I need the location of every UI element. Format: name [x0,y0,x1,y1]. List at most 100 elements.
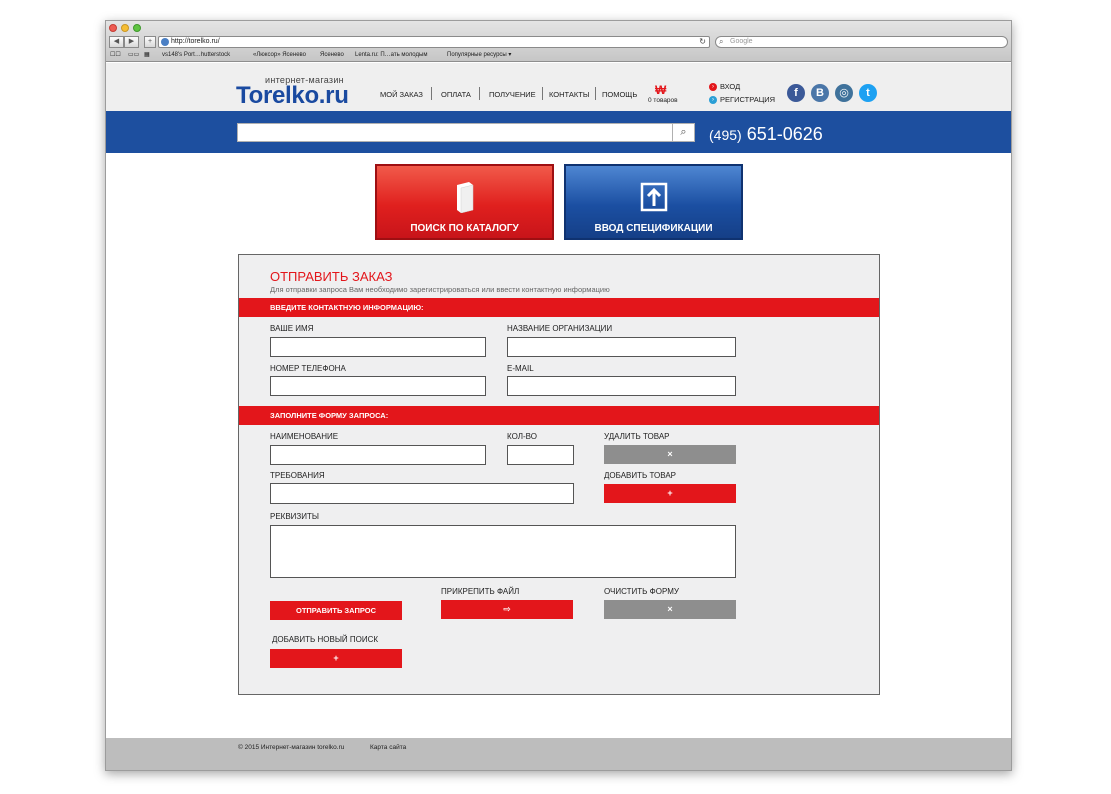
order-form: ОТПРАВИТЬ ЗАКАЗ Для отправки запроса Вам… [238,254,880,695]
menu-divider [542,87,543,100]
plus-icon: + [667,488,673,498]
globe-icon [161,38,169,46]
name-label: ВАШЕ ИМЯ [270,324,314,333]
top-sites-icon[interactable]: ▦ [144,50,150,61]
email-label: E-MAIL [507,364,534,373]
menu-divider [431,87,432,100]
upload-icon [640,182,668,212]
login-label: ВХОД [720,82,741,91]
register-link[interactable]: › РЕГИСТРАЦИЯ [709,95,776,105]
minimize-window-icon[interactable] [121,24,129,32]
cart-icon[interactable]: ₩ [655,83,666,97]
form-subtitle: Для отправки запроса Вам необходимо заре… [270,285,610,294]
clear-form-button[interactable]: × [604,600,736,619]
login-arrow-icon: › [709,83,717,92]
quantity-label: КОЛ-ВО [507,432,537,441]
form-title: ОТПРАВИТЬ ЗАКАЗ [270,269,393,284]
catalog-search-label: ПОИСК ПО КАТАЛОГУ [410,223,519,234]
browser-window: ◀ ▶ + http://torelko.ru/ ↻ ⌕ Google ☐☐ ▭… [105,20,1012,771]
item-name-input[interactable] [270,445,486,465]
vk-icon[interactable]: В [811,84,829,102]
phone-digits: 651-0626 [746,124,823,144]
organization-label: НАЗВАНИЕ ОРГАНИЗАЦИИ [507,324,613,333]
close-icon: × [667,449,673,459]
footer-copyright: © 2015 Интернет-магазин torelko.ru [238,744,345,751]
menu-divider [479,87,480,100]
twitter-icon[interactable]: t [859,84,877,102]
address-bar[interactable]: http://torelko.ru/ ↻ [158,36,710,48]
menu-item-payment[interactable]: ОПЛАТА [441,90,471,99]
add-item-label: ДОБАВИТЬ ТОВАР [604,471,676,480]
bookmark-item[interactable]: Популярные ресурсы ▾ [447,50,511,61]
close-icon: × [667,604,673,614]
spec-input-button[interactable]: ВВОД СПЕЦИФИКАЦИИ [564,164,743,240]
register-label: РЕГИСТРАЦИЯ [720,95,776,104]
attach-icon: ⇨ [503,604,511,614]
delete-item-button[interactable]: × [604,445,736,464]
attach-file-label: ПРИКРЕПИТЬ ФАЙЛ [441,587,520,596]
search-button[interactable]: ⌕ [672,123,695,142]
menu-item-contacts[interactable]: КОНТАКТЫ [549,90,589,99]
zoom-window-icon[interactable] [133,24,141,32]
search-icon: ⌕ [719,37,724,46]
site-header: интернет-магазин Torelko.ru МОЙ ЗАКАЗ ОП… [106,63,1011,111]
site-footer: © 2015 Интернет-магазин torelko.ru Карта… [106,738,1011,770]
bookmark-item[interactable]: Lenta.ru: П…ать молодым [355,50,427,61]
bookmarks-bar: ☐☐ ▭▭ ▦ vs148's Port…hutterstock «Люксор… [106,50,1011,61]
details-label: РЕКВИЗИТЫ [270,512,319,521]
menu-item-help[interactable]: ПОМОЩЬ [602,90,637,99]
phone-input[interactable] [270,376,486,396]
back-button[interactable]: ◀ [109,36,124,48]
catalog-search-button[interactable]: ПОИСК ПО КАТАЛОГУ [375,164,554,240]
close-window-icon[interactable] [109,24,117,32]
browser-toolbar: ◀ ▶ + http://torelko.ru/ ↻ ⌕ Google ☐☐ ▭… [106,21,1011,62]
site-logo[interactable]: Torelko.ru [236,82,349,110]
details-textarea[interactable] [270,525,736,578]
login-link[interactable]: › ВХОД [709,82,741,92]
requirements-input[interactable] [270,483,574,504]
facebook-icon[interactable]: f [787,84,805,102]
contact-section-header: ВВЕДИТЕ КОНТАКТНУЮ ИНФОРМАЦИЮ: [239,298,879,317]
address-bar-url: http://torelko.ru/ [171,38,220,45]
browser-search-placeholder: Google [730,38,753,45]
add-item-button[interactable]: + [604,484,736,503]
reading-list-icon[interactable]: ☐☐ [110,50,121,61]
cart-count[interactable]: 0 товаров [648,97,678,104]
browser-search-input[interactable]: ⌕ Google [715,36,1008,48]
footer-sitemap-link[interactable]: Карта сайта [370,744,406,751]
new-search-label: ДОБАВИТЬ НОВЫЙ ПОИСК [272,635,379,644]
site-search-input[interactable] [237,123,673,142]
requirements-label: ТРЕБОВАНИЯ [270,471,325,480]
plus-icon: + [333,653,339,663]
spec-input-label: ВВОД СПЕЦИФИКАЦИИ [594,223,713,234]
delete-item-label: УДАЛИТЬ ТОВАР [604,432,670,441]
reload-icon[interactable]: ↻ [699,37,706,47]
search-icon: ⌕ [680,126,687,138]
menu-divider [595,87,596,100]
bookmark-item[interactable]: vs148's Port…hutterstock [162,50,230,61]
attach-file-button[interactable]: ⇨ [441,600,573,619]
menu-item-delivery[interactable]: ПОЛУЧЕНИЕ [489,90,536,99]
phone-number: (495) 651-0626 [709,124,823,145]
submit-request-button[interactable]: ОТПРАВИТЬ ЗАПРОС [270,601,402,620]
item-name-label: НАИМЕНОВАНИЕ [270,432,339,441]
instagram-icon[interactable]: ◎ [835,84,853,102]
organization-input[interactable] [507,337,736,357]
email-input[interactable] [507,376,736,396]
search-bar: ⌕ (495) 651-0626 [106,111,1011,153]
menu-item-my-order[interactable]: МОЙ ЗАКАЗ [380,90,423,99]
book-icon [457,182,474,213]
request-section-header: ЗАПОЛНИТЕ ФОРМУ ЗАПРОСА: [239,406,879,425]
bookmark-item[interactable]: «Люксор» Ясенево [253,50,306,61]
forward-button[interactable]: ▶ [124,36,139,48]
phone-label: НОМЕР ТЕЛЕФОНА [270,364,346,373]
register-arrow-icon: › [709,96,717,105]
add-new-search-button[interactable]: + [270,649,402,668]
phone-code: (495) [709,127,742,143]
bookmark-item[interactable]: Ясенево [320,50,344,61]
bookmarks-book-icon[interactable]: ▭▭ [128,50,139,61]
name-input[interactable] [270,337,486,357]
clear-form-label: ОЧИСТИТЬ ФОРМУ [604,587,679,596]
add-tab-button[interactable]: + [144,36,156,48]
quantity-input[interactable] [507,445,574,465]
